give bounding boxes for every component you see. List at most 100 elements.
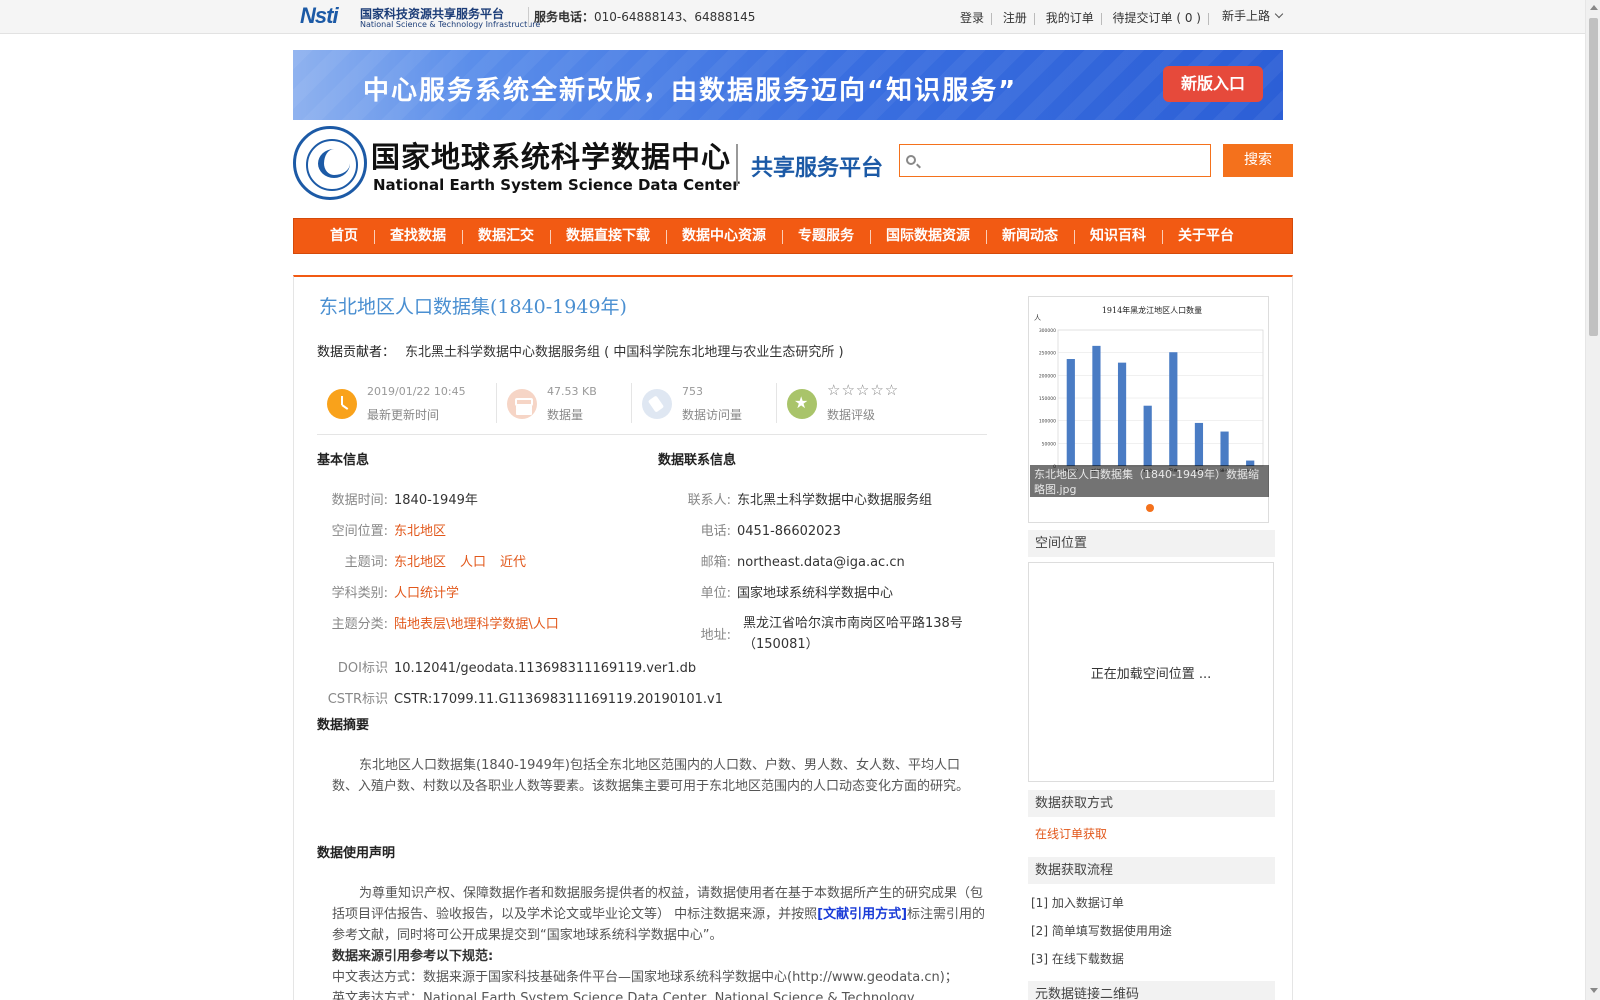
field-topic: 主题分类: 陆地表层\地理科学数据\人口 [317,613,559,632]
top-divider [528,7,529,27]
link-divider [1207,12,1209,25]
chart-title: 1914年黑龙江地区人口数量 [1102,305,1202,315]
access-method-heading: 数据获取方式 [1028,790,1275,817]
citation-cn: 中文表达方式：数据来源于国家科技基础条件平台—国家地球系统科学数据中心(http… [332,970,958,985]
citation-norm-heading: 数据来源引用参考以下规范: [332,949,494,964]
field-keywords: 主题词: 东北地区 人口 近代 [317,551,540,570]
cstr-value: CSTR:17099.11.G113698311169119.20190101.… [394,692,723,707]
chart-y-axis-label: 人 [1034,314,1041,322]
contributor-value: 东北黑土科学数据中心数据服务组 ( 中国科学院东北地理与农业生态研究所 ) [405,345,844,360]
dataset-thumbnail[interactable]: 1914年黑龙江地区人口数量人0500001000001500002000002… [1028,296,1269,523]
chart-y-tick-label: 50000 [1042,441,1056,447]
flow-step: [1] 加入数据订单 [1031,896,1124,910]
login-link[interactable]: 登录 [960,9,984,26]
stat-label: 最新更新时间 [367,408,440,422]
chart-y-tick-label: 200000 [1039,373,1056,379]
main-nav: 首页 查找数据 数据汇交 数据直接下载 数据中心资源 专题服务 国际数据资源 新… [293,218,1293,254]
chart-bar [1169,352,1178,466]
stack-icon [507,389,537,419]
field-cstr: CSTR标识 CSTR:17099.11.G113698311169119.201… [317,688,723,707]
stat-value: 47.53 KB [547,385,597,398]
keyword-link[interactable]: 东北地区 [394,555,446,570]
nsti-logo[interactable]: Nsti 国家科技资源共享服务平台 National Science & Tec… [300,3,540,31]
stat-label: 数据量 [547,408,584,422]
stats-bar: 2019/01/22 10:45 最新更新时间 47.53 KB 数据量 753… [317,379,987,435]
field-key: 数据时间: [331,493,388,508]
nav-about[interactable]: 关于平台 [1162,219,1250,253]
field-key: 主题分类: [331,617,388,632]
field-address-value: 黑龙江省哈尔滨市南岗区哈平路138号 （150081） [743,613,963,655]
my-orders-link[interactable]: 我的订单 [1046,9,1094,26]
space-link[interactable]: 东北地区 [394,520,446,539]
keyword-link[interactable]: 近代 [500,555,526,570]
pending-orders-link[interactable]: 待提交订单 ( 0 ) [1113,9,1201,26]
field-key: 电话: [700,524,731,539]
stat-value: 2019/01/22 10:45 [367,385,466,398]
page-scrollbar[interactable] [1585,0,1600,1000]
stat-label: 数据评级 [827,408,876,422]
field-key: 空间位置: [331,524,388,539]
spatial-map-box[interactable]: 正在加载空间位置 ... [1028,562,1274,782]
field-email: 邮箱: northeast.data@iga.ac.cn [658,551,905,570]
nav-direct-download[interactable]: 数据直接下载 [550,219,666,253]
promo-banner[interactable]: 中心服务系统全新改版，由数据服务迈向“知识服务” 新版入口 [293,50,1283,120]
chart-y-tick-label: 100000 [1039,419,1056,425]
field-value: northeast.data@iga.ac.cn [737,555,905,570]
nav-center-resources[interactable]: 数据中心资源 [666,219,782,253]
service-hotline: 服务电话：010-64888143、64888145 [534,8,755,25]
topic-link[interactable]: 陆地表层\地理科学数据\人口 [394,613,559,632]
site-brand[interactable]: 国家地球系统科学数据中心 National Earth System Scien… [293,126,893,202]
keyword-link[interactable]: 人口 [460,555,486,570]
contributor-label: 数据贡献者： [317,345,396,360]
chart-bar [1220,431,1229,466]
field-key: 邮箱: [700,555,731,570]
scrollbar-thumb[interactable] [1589,18,1598,336]
field-unit: 单位: 国家地球系统科学数据中心 [658,582,893,601]
nav-home[interactable]: 首页 [314,219,374,253]
online-order-link[interactable]: 在线订单获取 [1035,825,1107,842]
chart-y-tick-label: 300000 [1039,328,1056,334]
nav-topic-services[interactable]: 专题服务 [782,219,870,253]
scroll-up-arrow-icon[interactable] [1590,5,1598,10]
citation-method-link[interactable]: [文献引用方式] [817,907,907,922]
contact-info-heading: 数据联系信息 [658,453,737,468]
field-value: 东北地区 人口 近代 [394,551,540,570]
banner-text: 中心服务系统全新改版，由数据服务迈向“知识服务” [363,76,1018,106]
new-version-button[interactable]: 新版入口 [1163,66,1263,102]
field-key: CSTR标识 [327,692,388,707]
field-doi: DOI标识 10.12041/geodata.113698311169119.ve… [317,657,696,676]
newbie-guide-dropdown[interactable]: 新手上路 [1222,7,1284,24]
subject-link[interactable]: 人口统计学 [394,582,459,601]
chart-y-tick-label: 250000 [1039,351,1056,357]
field-key: 联系人: [687,493,731,508]
top-bar: Nsti 国家科技资源共享服务平台 National Science & Tec… [0,0,1585,34]
hotline-numbers: 010-64888143、64888145 [594,10,756,24]
nav-news[interactable]: 新闻动态 [986,219,1074,253]
nav-data-submit[interactable]: 数据汇交 [462,219,550,253]
field-value: 东北黑土科学数据中心数据服务组 [737,493,933,508]
search-input[interactable] [922,145,1208,176]
chart-bar [1143,405,1152,466]
stat-rating: ☆☆☆☆☆ 数据评级 [777,379,937,427]
field-key: 地址: [700,628,731,643]
abstract-heading: 数据摘要 [317,718,370,733]
dataset-title: 东北地区人口数据集(1840-1949年) [319,296,627,318]
chart-bar [1092,345,1101,466]
register-link[interactable]: 注册 [1003,9,1027,26]
platform-name: 共享服务平台 [751,156,884,181]
carousel-dot[interactable] [1146,504,1154,512]
scroll-down-arrow-icon[interactable] [1590,988,1598,993]
nav-find-data[interactable]: 查找数据 [374,219,462,253]
brand-name-cn: 国家地球系统科学数据中心 [371,140,732,174]
search-button[interactable]: 搜索 [1223,144,1293,177]
nav-knowledge[interactable]: 知识百科 [1074,219,1162,253]
field-space: 空间位置: 东北地区 [317,520,446,539]
newbie-guide-label: 新手上路 [1222,9,1271,23]
stat-data-size: 47.53 KB 数据量 [497,379,632,427]
rating-stars[interactable]: ☆☆☆☆☆ [827,381,899,399]
nav-intl-resources[interactable]: 国际数据资源 [870,219,986,253]
contributor-line: 数据贡献者： 东北黑土科学数据中心数据服务组 ( 中国科学院东北地理与农业生态研究… [317,341,844,360]
brand-name-en: National Earth System Science Data Cente… [373,176,740,194]
clock-icon [327,389,357,419]
field-address-key: 地址: [658,624,731,643]
